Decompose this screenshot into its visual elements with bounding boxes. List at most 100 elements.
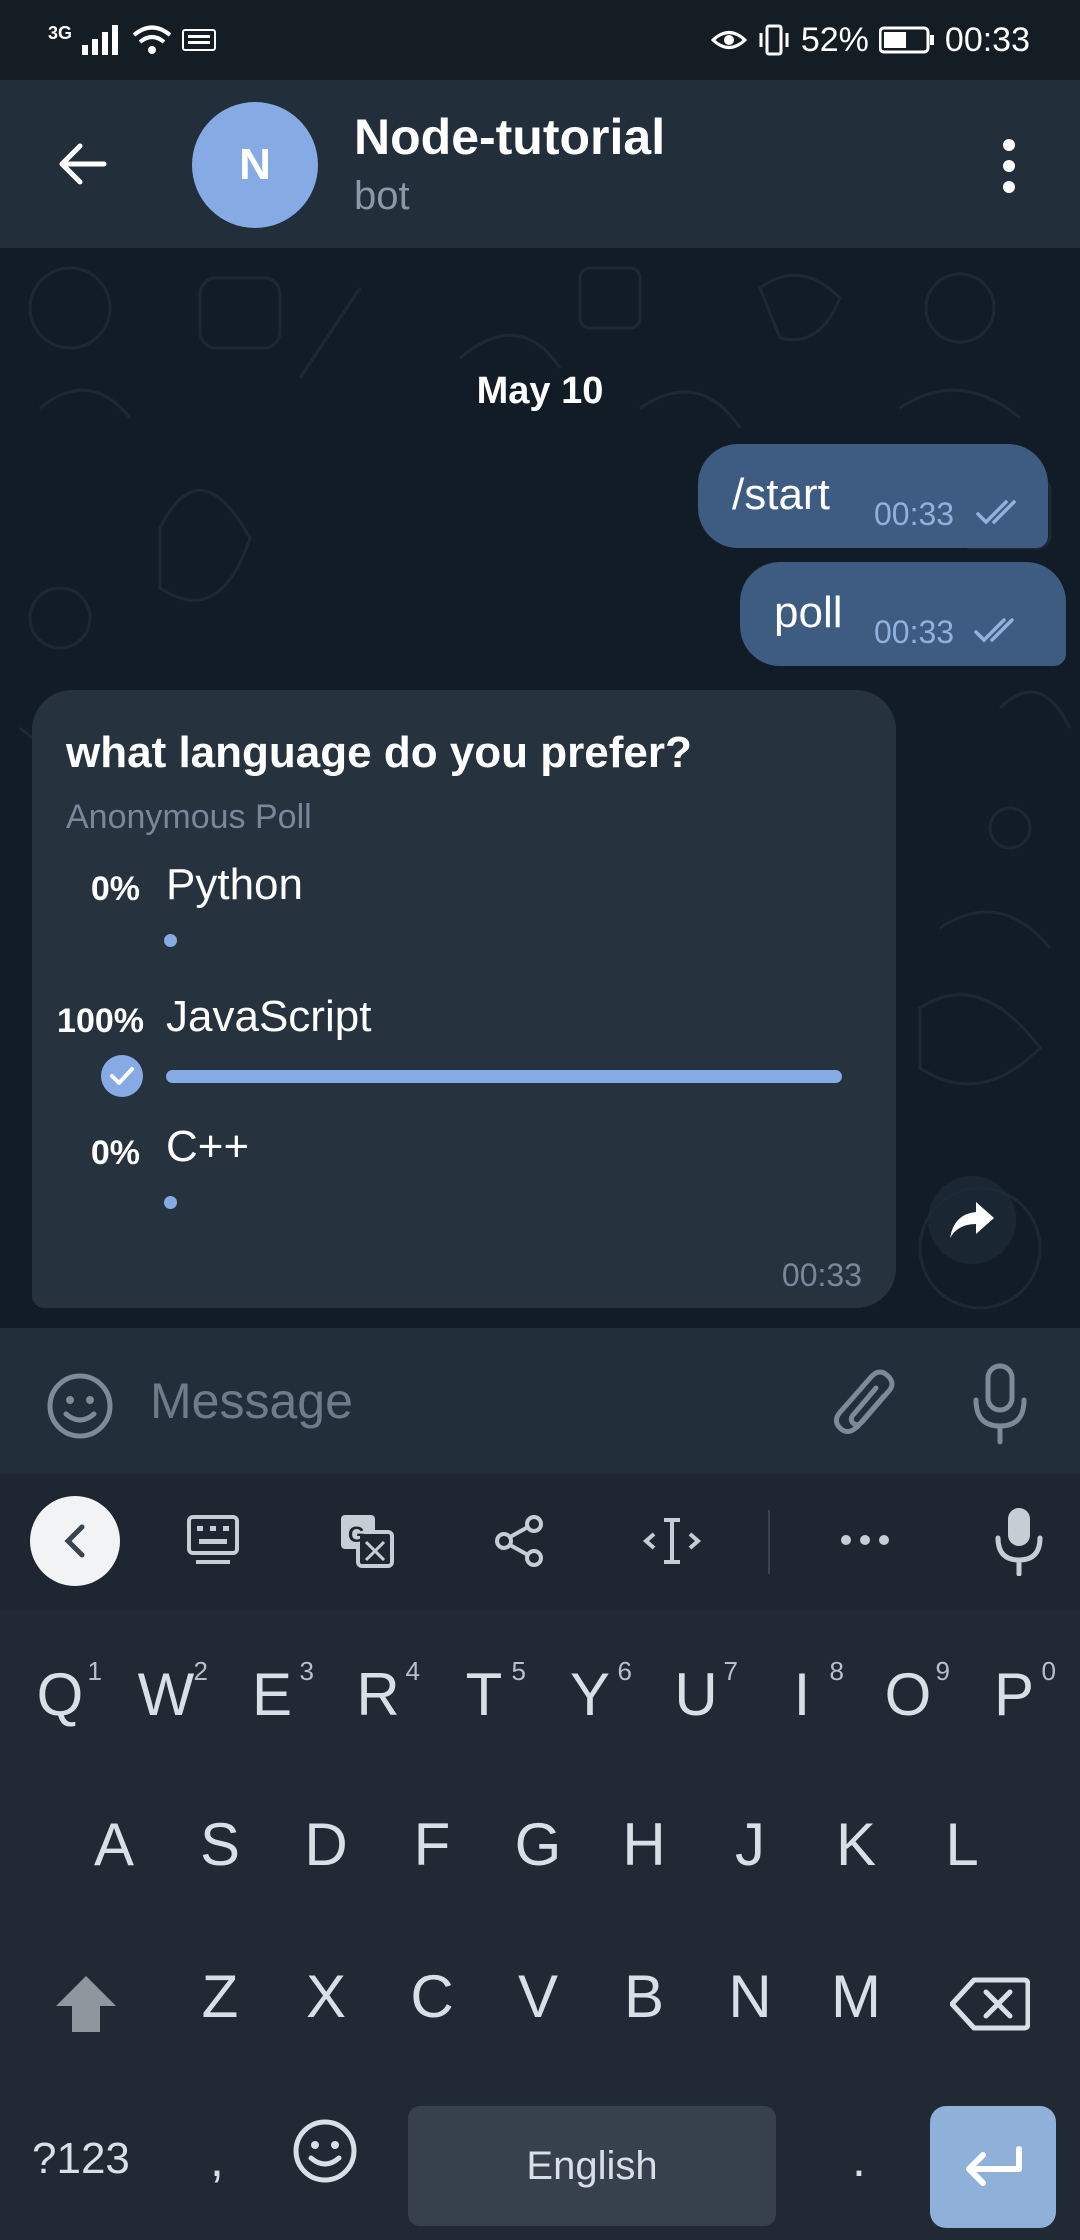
- battery-icon: [878, 26, 934, 54]
- key-c[interactable]: C: [382, 1962, 482, 2031]
- message-time: 00:33: [874, 614, 955, 650]
- key-label: P: [993, 1661, 1035, 1728]
- poll-message[interactable]: what language do you prefer? Anonymous P…: [32, 690, 896, 1308]
- key-k[interactable]: K: [806, 1810, 906, 1879]
- key-h[interactable]: H: [594, 1810, 694, 1879]
- avatar[interactable]: N: [192, 102, 318, 228]
- collapse-toolbar-button[interactable]: [30, 1496, 120, 1586]
- option-result-bar: [164, 934, 177, 947]
- keyboard-icon[interactable]: [186, 1514, 240, 1568]
- outgoing-message[interactable]: poll 00:33: [740, 562, 1066, 666]
- key-label: Q: [36, 1661, 84, 1728]
- network-type: 3G: [48, 22, 73, 43]
- text-cursor-icon[interactable]: [640, 1514, 704, 1568]
- key-label: R: [356, 1661, 400, 1728]
- key-w[interactable]: W2: [116, 1656, 216, 1729]
- keyboard-toolbar: G: [0, 1474, 1080, 1610]
- enter-icon: [966, 2146, 1022, 2186]
- space-key[interactable]: English: [408, 2106, 776, 2226]
- chat-subtitle: bot: [354, 174, 410, 218]
- date-separator: May 10: [476, 370, 604, 412]
- key-x[interactable]: X: [276, 1962, 376, 2031]
- wifi-icon: [132, 25, 172, 54]
- chat-title[interactable]: Node-tutorial: [354, 108, 665, 166]
- key-p[interactable]: P0: [964, 1656, 1064, 1729]
- voice-input-icon[interactable]: [994, 1506, 1044, 1576]
- message-text: /start: [732, 470, 830, 519]
- backspace-key[interactable]: [944, 1964, 1036, 2044]
- key-number-hint: 6: [617, 1656, 632, 1686]
- key-d[interactable]: D: [276, 1810, 376, 1879]
- backspace-icon: [950, 1977, 1030, 2031]
- key-number-hint: 5: [511, 1656, 526, 1686]
- microphone-icon[interactable]: [970, 1362, 1030, 1446]
- option-label: Python: [166, 860, 303, 909]
- svg-text:G: G: [348, 1522, 365, 1547]
- key-label: I: [793, 1661, 811, 1728]
- key-l[interactable]: L: [912, 1810, 1012, 1879]
- translate-icon[interactable]: G: [338, 1512, 396, 1570]
- key-m[interactable]: M: [806, 1962, 906, 2031]
- shift-key[interactable]: [44, 1964, 128, 2044]
- key-number-hint: 4: [405, 1656, 420, 1686]
- clock: 00:33: [944, 20, 1030, 59]
- key-r[interactable]: R4: [328, 1656, 428, 1729]
- battery-percent: 52%: [800, 20, 869, 59]
- option-percent: 0%: [90, 1134, 140, 1172]
- key-q[interactable]: Q1: [10, 1656, 110, 1729]
- vibrate-icon: [759, 24, 789, 56]
- message-time: 00:33: [781, 1257, 862, 1293]
- double-check-icon: [974, 618, 1014, 643]
- key-u[interactable]: U7: [646, 1656, 746, 1729]
- share-icon[interactable]: [492, 1514, 546, 1568]
- key-number-hint: 0: [1041, 1656, 1056, 1686]
- option-result-bar: [166, 1070, 842, 1083]
- option-percent: 0%: [90, 870, 140, 908]
- chat-area: May 10 /start 00:33 poll 00:33 what lang…: [0, 248, 1080, 1328]
- key-v[interactable]: V: [488, 1962, 588, 2031]
- symbols-key[interactable]: ?123: [32, 2134, 130, 2184]
- key-j[interactable]: J: [700, 1810, 800, 1879]
- key-z[interactable]: Z: [170, 1962, 270, 2031]
- key-label: O: [884, 1661, 932, 1728]
- shift-icon: [56, 1976, 116, 2032]
- status-left: 3G: [48, 18, 217, 62]
- option-percent: 100%: [57, 1002, 144, 1040]
- key-g[interactable]: G: [488, 1810, 588, 1879]
- key-i[interactable]: I8: [752, 1656, 852, 1729]
- status-bar: 3G 52% 00:33: [0, 0, 1080, 80]
- key-number-hint: 1: [87, 1656, 102, 1686]
- emoji-icon[interactable]: [46, 1372, 114, 1440]
- key-n[interactable]: N: [700, 1962, 800, 2031]
- attach-icon[interactable]: [832, 1366, 900, 1442]
- option-label: C++: [166, 1122, 250, 1171]
- key-f[interactable]: F: [382, 1810, 482, 1879]
- option-result-bar: [164, 1196, 177, 1209]
- back-arrow-icon[interactable]: [56, 142, 108, 186]
- more-options-icon[interactable]: [996, 136, 1022, 196]
- key-a[interactable]: A: [64, 1810, 164, 1879]
- option-label: JavaScript: [166, 992, 372, 1041]
- key-number-hint: 9: [935, 1656, 950, 1686]
- selected-check-icon: [101, 1055, 143, 1097]
- key-t[interactable]: T5: [434, 1656, 534, 1729]
- chevron-left-icon: [64, 1524, 85, 1558]
- comma-key[interactable]: ,: [210, 2130, 224, 2188]
- key-e[interactable]: E3: [222, 1656, 322, 1729]
- key-o[interactable]: O9: [858, 1656, 958, 1729]
- key-s[interactable]: S: [170, 1810, 270, 1879]
- period-key[interactable]: .: [852, 2130, 866, 2188]
- key-b[interactable]: B: [594, 1962, 694, 2031]
- double-check-icon: [976, 500, 1016, 525]
- emoji-key-icon[interactable]: [292, 2118, 358, 2184]
- more-icon[interactable]: [840, 1532, 890, 1548]
- share-button[interactable]: [928, 1176, 1016, 1264]
- signal-icon: [82, 25, 119, 55]
- outgoing-message[interactable]: /start 00:33: [698, 444, 1048, 548]
- status-right: 52% 00:33: [710, 18, 1030, 62]
- enter-key[interactable]: [930, 2106, 1056, 2228]
- key-label: T: [465, 1661, 503, 1728]
- key-label: Y: [569, 1661, 611, 1728]
- message-input[interactable]: Message: [150, 1372, 353, 1430]
- key-y[interactable]: Y6: [540, 1656, 640, 1729]
